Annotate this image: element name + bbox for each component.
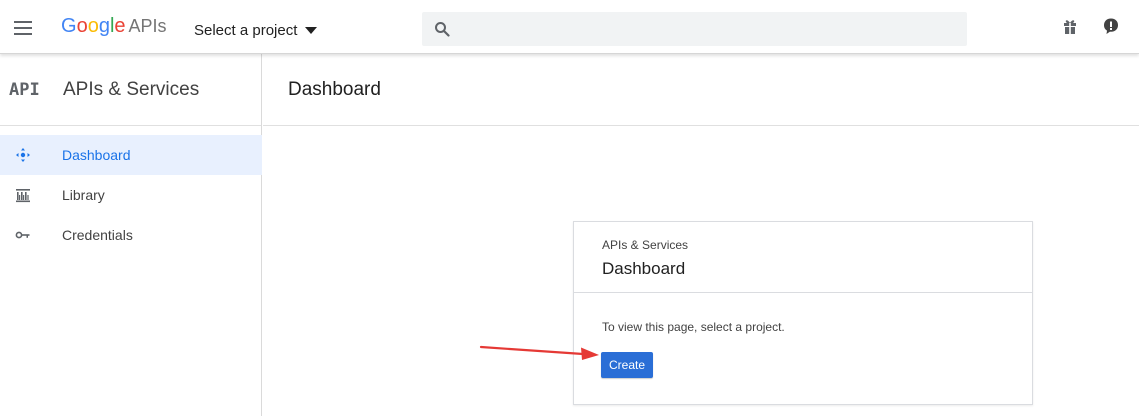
project-selector-label: Select a project (194, 21, 298, 39)
sidebar-item-dashboard[interactable]: Dashboard (0, 135, 262, 175)
logo-letter: o (87, 15, 99, 37)
sidebar-item-library[interactable]: Library (0, 175, 262, 215)
logo-suffix: APIs (128, 16, 167, 36)
sidebar: API APIs & Services Dashboard Library Cr… (0, 54, 262, 416)
project-selector[interactable]: Select a project (194, 19, 318, 41)
key-icon (15, 231, 30, 239)
google-apis-logo[interactable]: Google APIs (61, 14, 167, 38)
sidebar-title: APIs & Services (63, 79, 200, 100)
page-header: Dashboard (263, 54, 1139, 126)
annotation-arrow-icon (479, 345, 599, 360)
create-project-button[interactable]: Create (601, 352, 654, 378)
sidebar-item-label: Library (62, 187, 105, 203)
card-kicker: APIs & Services (602, 238, 689, 252)
sidebar-item-label: Credentials (62, 227, 133, 243)
search-icon (435, 22, 450, 37)
card-message: To view this page, select a project. (602, 320, 785, 334)
dashboard-icon (16, 148, 30, 162)
notification-icon[interactable] (1102, 17, 1120, 35)
api-logo-icon: API (9, 80, 40, 100)
logo-letter: o (76, 15, 88, 37)
logo-letter: g (98, 15, 110, 37)
sidebar-header: API APIs & Services (0, 54, 261, 126)
sidebar-item-credentials[interactable]: Credentials (0, 215, 262, 255)
search-bar[interactable] (422, 12, 967, 46)
menu-icon[interactable] (14, 21, 32, 35)
page-title: Dashboard (288, 79, 381, 100)
project-required-card: APIs & Services Dashboard To view this p… (573, 221, 1033, 405)
search-input[interactable] (462, 12, 957, 46)
card-title: Dashboard (602, 259, 686, 278)
top-app-bar: Google APIs Select a project (0, 0, 1139, 54)
logo-letter: e (114, 15, 126, 37)
logo-letter: G (61, 15, 77, 37)
gift-icon[interactable] (1061, 17, 1079, 35)
caret-down-icon (305, 26, 318, 34)
sidebar-item-label: Dashboard (62, 147, 131, 163)
library-icon (16, 189, 30, 203)
sidebar-nav: Dashboard Library Credentials (0, 135, 262, 255)
card-header: APIs & Services Dashboard (574, 222, 1032, 293)
